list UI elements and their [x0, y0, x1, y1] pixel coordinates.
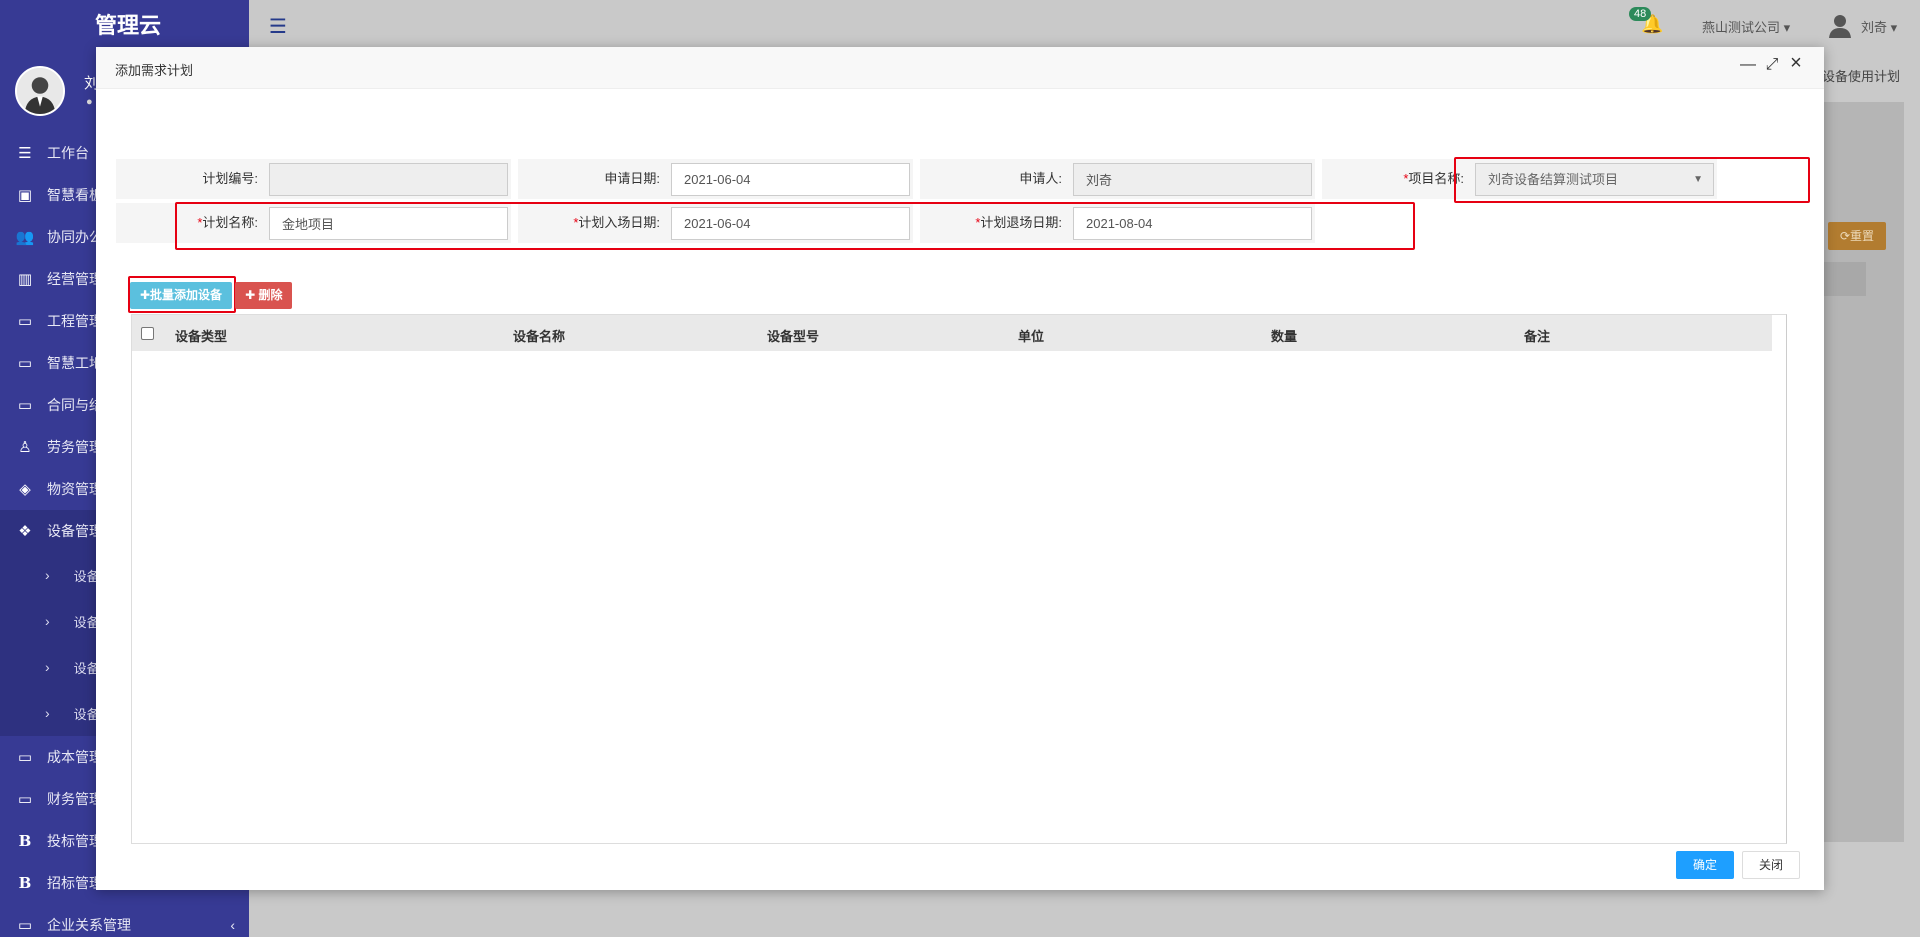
avatar[interactable]	[15, 66, 65, 116]
entry-date-input[interactable]	[671, 207, 910, 240]
add-demand-plan-dialog: 添加需求计划 — ⤢ × 计划编号: 申请日期: 申请人: *项目名称: 刘奇设…	[96, 47, 1824, 890]
chevron-right-icon: ›	[45, 613, 50, 629]
topbar: ☰ 🔔 48 燕山测试公司 ▾ 刘奇 ▾	[249, 0, 1920, 52]
notification-badge: 48	[1629, 7, 1652, 21]
list-icon: ☰	[18, 145, 32, 162]
plan-no-input	[269, 163, 508, 196]
sidebar-item-label: 企业关系管理	[47, 917, 131, 933]
box-icon: ◈	[19, 481, 31, 498]
profile-status: ●	[86, 96, 93, 108]
monitor-icon: ▭	[17, 917, 33, 934]
cubes-icon: ❖	[18, 523, 32, 540]
chevron-right-icon: ›	[45, 567, 50, 583]
project-label-text: 项目名称:	[1408, 171, 1464, 186]
sidebar-item-label: 智慧看板	[47, 187, 103, 203]
confirm-button[interactable]: 确定	[1676, 851, 1734, 879]
dialog-title: 添加需求计划	[115, 63, 194, 78]
project-select[interactable]: 刘奇设备结算测试项目 ▼	[1475, 163, 1714, 196]
company-dropdown[interactable]: 燕山测试公司 ▾	[1702, 17, 1790, 36]
brand-title: 管理云	[95, 13, 162, 38]
chevron-right-icon: ›	[45, 705, 50, 721]
col-quantity[interactable]: 数量	[1271, 326, 1297, 345]
chevron-left-icon: ‹	[230, 917, 235, 933]
close-button[interactable]: 关闭	[1742, 851, 1800, 879]
sidebar-item-label: 成本管理	[47, 749, 103, 765]
user-avatar-icon	[17, 68, 63, 114]
caret-down-icon: ▾	[1890, 20, 1898, 35]
applicant-label: 申请人:	[920, 159, 1070, 199]
sidebar-item-label: 经营管理	[47, 271, 103, 287]
col-equipment-name[interactable]: 设备名称	[513, 326, 565, 345]
users-icon: 👥	[15, 229, 35, 246]
delete-button[interactable]: ✚ 删除	[235, 282, 293, 309]
project-label: *项目名称:	[1322, 159, 1472, 199]
bar-chart-icon: ▥	[17, 271, 33, 288]
entry-date-label-text: 计划入场日期:	[578, 215, 660, 230]
hamburger-menu-icon[interactable]: ☰	[269, 14, 287, 39]
worker-icon: ♙	[18, 439, 32, 456]
sidebar-item-label: 协同办公	[47, 229, 103, 245]
sidebar-item-label: 劳务管理	[47, 439, 103, 455]
background-strip	[1824, 262, 1866, 296]
form-row-2: *计划名称: *计划入场日期: *计划退场日期:	[116, 203, 1315, 247]
minimize-icon[interactable]: —	[1738, 56, 1758, 74]
col-equipment-model[interactable]: 设备型号	[767, 326, 819, 345]
monitor-icon: ▭	[17, 313, 33, 330]
batch-add-equipment-button[interactable]: ✚批量添加设备	[130, 282, 233, 309]
exit-date-label: *计划退场日期:	[920, 203, 1070, 243]
dashboard-icon: ▣	[17, 187, 33, 204]
select-all-checkbox[interactable]	[141, 327, 154, 340]
monitor-icon: ▭	[17, 749, 33, 766]
entry-date-label: *计划入场日期:	[518, 203, 668, 243]
form-row-1: 计划编号: 申请日期: 申请人: *项目名称: 刘奇设备结算测试项目 ▼	[116, 159, 1717, 203]
bold-b-icon: B	[18, 832, 32, 850]
dialog-footer: 确定 关闭	[1676, 851, 1800, 879]
sidebar-item-label: 物资管理	[47, 481, 103, 497]
background-panel	[1824, 102, 1904, 842]
bold-b-icon: B	[18, 874, 32, 892]
sidebar-item-label: 投标管理	[47, 833, 103, 849]
caret-down-icon: ▾	[1783, 20, 1791, 35]
sidebar-item-label: 设备管理	[47, 523, 103, 539]
reset-label: 重置	[1850, 229, 1875, 243]
background-tab[interactable]: 设备使用计划	[1822, 66, 1900, 85]
exit-date-input[interactable]	[1073, 207, 1312, 240]
equipment-table: 设备类型 设备名称 设备型号 单位 数量 备注	[131, 314, 1787, 844]
apply-date-input[interactable]	[671, 163, 910, 196]
col-remark[interactable]: 备注	[1524, 326, 1550, 345]
background-reset-button[interactable]: ⟳重置	[1828, 222, 1886, 250]
sidebar-item-label: 工程管理	[47, 313, 103, 329]
sidebar-item-label: 合同与结	[47, 397, 103, 413]
sidebar-item-label: 财务管理	[47, 791, 103, 807]
applicant-input	[1073, 163, 1312, 196]
plan-no-label: 计划编号:	[116, 159, 266, 199]
apply-date-label: 申请日期:	[518, 159, 668, 199]
plan-name-input[interactable]	[269, 207, 508, 240]
user-icon[interactable]	[1827, 12, 1853, 38]
monitor-icon: ▭	[17, 355, 33, 372]
table-header: 设备类型 设备名称 设备型号 单位 数量 备注	[132, 315, 1772, 351]
refresh-icon: ⟳	[1839, 229, 1851, 243]
chevron-right-icon: ›	[45, 659, 50, 675]
col-unit[interactable]: 单位	[1018, 326, 1044, 345]
monitor-icon: ▭	[17, 791, 33, 808]
plan-name-label: *计划名称:	[116, 203, 266, 243]
exit-date-label-text: 计划退场日期:	[980, 215, 1062, 230]
sidebar-item-label: 工作台	[47, 145, 89, 161]
dialog-header: 添加需求计划 — ⤢ ×	[96, 47, 1824, 89]
table-toolbar: ✚批量添加设备 ✚ 删除	[130, 282, 293, 309]
caret-down-icon: ▼	[1693, 174, 1703, 185]
user-dropdown[interactable]: 刘奇 ▾	[1861, 17, 1897, 36]
col-equipment-type[interactable]: 设备类型	[175, 326, 227, 345]
plan-name-label-text: 计划名称:	[202, 215, 258, 230]
project-select-value: 刘奇设备结算测试项目	[1488, 172, 1619, 187]
sidebar-item-label: 智慧工地	[47, 355, 103, 371]
sidebar-item-b-4[interactable]: ▭ 企业关系管理 ‹	[0, 904, 249, 937]
user-name: 刘奇	[1861, 20, 1888, 35]
monitor-icon: ▭	[17, 397, 33, 414]
maximize-icon[interactable]: ⤢	[1762, 56, 1782, 74]
company-name: 燕山测试公司	[1702, 20, 1781, 35]
sidebar-item-label: 招标管理	[47, 875, 103, 891]
close-icon[interactable]: ×	[1786, 52, 1806, 75]
